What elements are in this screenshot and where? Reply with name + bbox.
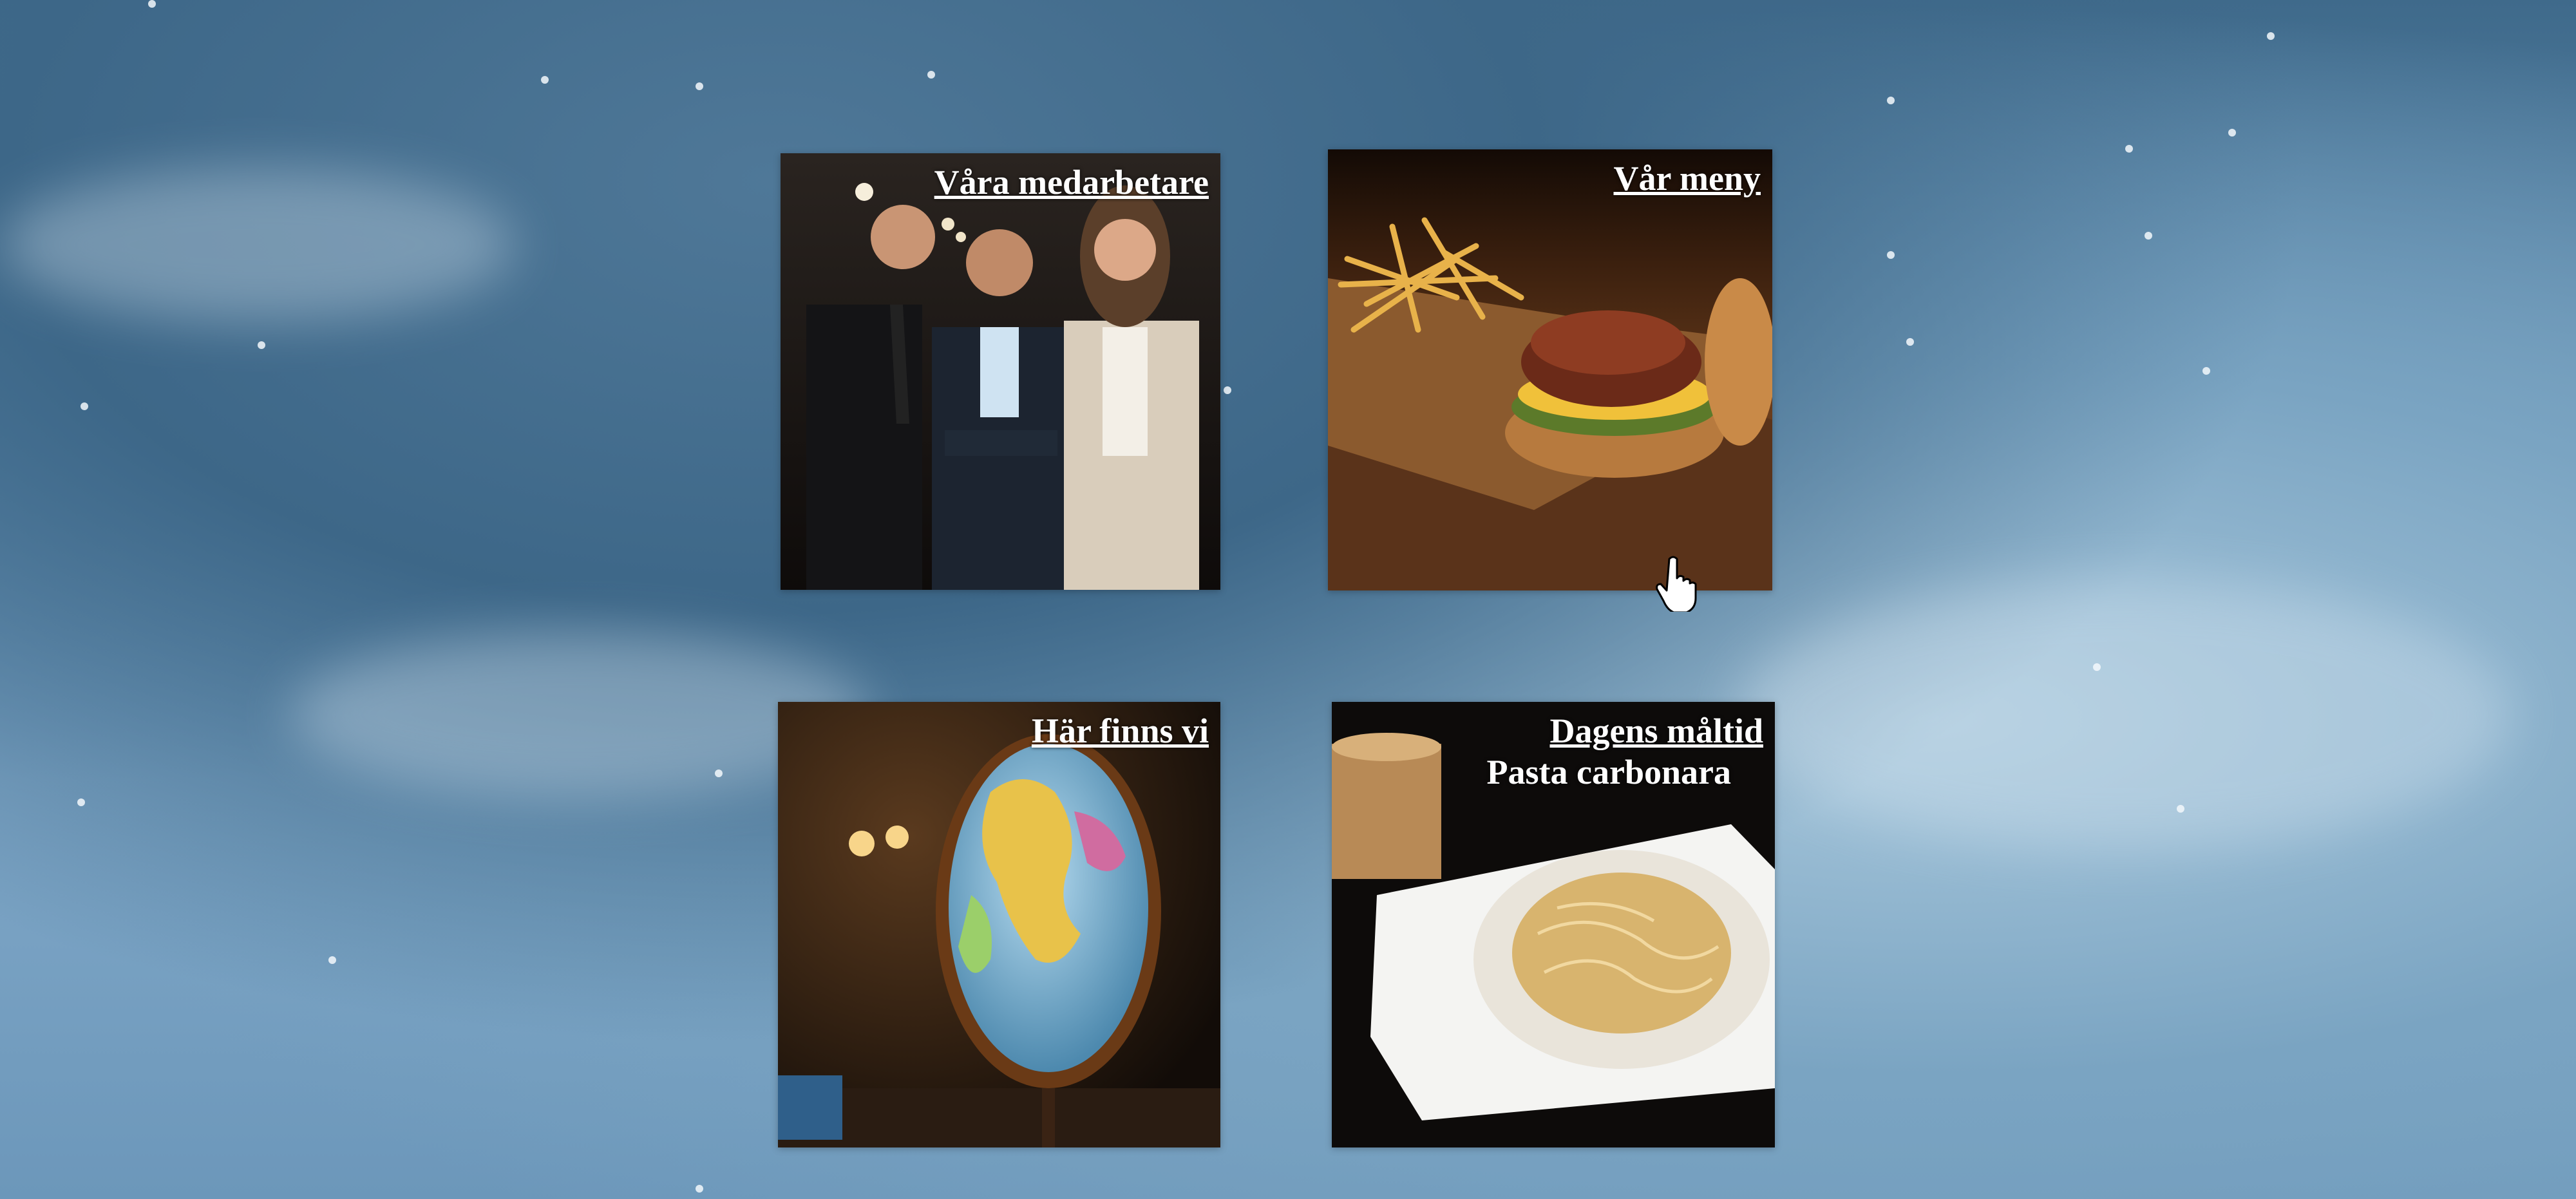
- star: [1906, 338, 1914, 346]
- star: [328, 956, 336, 964]
- star: [258, 341, 265, 349]
- star: [148, 0, 156, 8]
- tile-staff[interactable]: Våra medarbetare: [781, 153, 1220, 590]
- tile-location[interactable]: Här finns vi: [778, 702, 1220, 1147]
- star: [1224, 386, 1231, 394]
- star: [715, 769, 723, 777]
- tile-daily-meal[interactable]: Dagens måltid Pasta carbonara: [1332, 702, 1775, 1147]
- tile-menu-title[interactable]: Vår meny: [1614, 158, 1761, 198]
- star: [696, 82, 703, 90]
- tile-staff-title[interactable]: Våra medarbetare: [934, 162, 1209, 202]
- star: [2228, 129, 2236, 137]
- tile-location-title[interactable]: Här finns vi: [1032, 711, 1209, 751]
- star: [2125, 145, 2133, 153]
- star: [2093, 663, 2101, 671]
- background-haze: [0, 167, 515, 322]
- team-photo: [781, 153, 1220, 590]
- star: [2267, 32, 2275, 40]
- star: [1887, 251, 1895, 259]
- star: [2145, 232, 2152, 240]
- star: [696, 1185, 703, 1193]
- tile-daily-meal-title[interactable]: Dagens måltid: [1549, 711, 1763, 751]
- star: [541, 76, 549, 84]
- star: [77, 798, 85, 806]
- tile-daily-meal-subtitle: Pasta carbonara: [1486, 753, 1731, 791]
- tile-menu[interactable]: Vår meny: [1328, 149, 1772, 590]
- star: [1887, 97, 1895, 104]
- star: [80, 402, 88, 410]
- background-haze: [1739, 580, 2512, 850]
- globe-photo: [778, 702, 1220, 1147]
- burger-photo: [1328, 149, 1772, 590]
- star: [927, 71, 935, 79]
- star: [2202, 367, 2210, 375]
- star: [2177, 805, 2184, 813]
- hand-pointer-icon: [1656, 556, 1697, 612]
